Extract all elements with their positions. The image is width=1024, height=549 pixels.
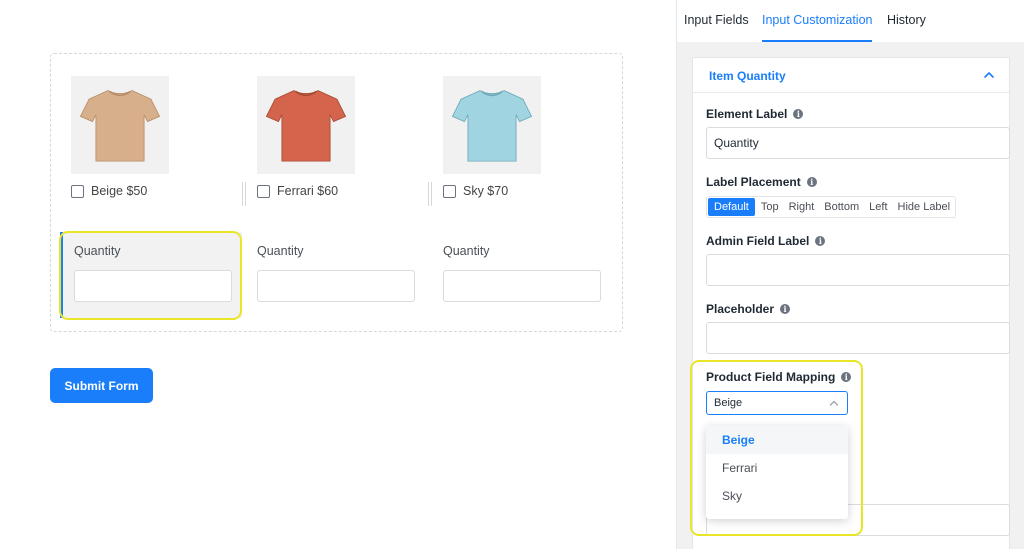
quantity-label: Quantity [443, 244, 490, 258]
info-icon[interactable]: i [841, 372, 852, 382]
section-title: Item Quantity [709, 69, 786, 83]
placement-option-left[interactable]: Left [864, 197, 892, 217]
checkbox[interactable] [71, 184, 84, 198]
dropdown-option-beige[interactable]: Beige [706, 426, 848, 454]
chevron-up-icon[interactable] [983, 69, 995, 81]
tab-input-fields[interactable]: Input Fields [684, 13, 749, 42]
panel-tabs: Input Fields Input Customization History [677, 0, 1024, 42]
column-divider [242, 182, 246, 206]
label-placement-selector: Default Top Right Bottom Left Hide Label [706, 196, 957, 218]
tshirt-icon [79, 90, 161, 162]
admin-field-label-heading: Admin Field Label i [706, 234, 826, 248]
info-icon[interactable]: i [793, 109, 804, 119]
dropdown-option-sky[interactable]: Sky [706, 482, 848, 510]
form-container: Beige $50 Ferrari $60 Sky $70 Quantity Q… [50, 53, 623, 332]
dropdown-option-ferrari[interactable]: Ferrari [706, 454, 848, 482]
settings-panel: Input Fields Input Customization History… [676, 0, 1024, 549]
field-label: Placeholder [706, 302, 775, 316]
placement-option-default[interactable]: Default [708, 198, 755, 216]
quantity-input[interactable] [443, 270, 601, 302]
tshirt-icon [451, 90, 533, 162]
field-label: Label Placement [706, 175, 801, 189]
product-image-ferrari [257, 76, 355, 174]
placement-option-top[interactable]: Top [756, 197, 784, 217]
label-placement-heading: Label Placement i [706, 175, 817, 189]
product-image-beige [71, 76, 169, 174]
info-icon[interactable]: i [815, 236, 826, 246]
product-label: Beige $50 [91, 184, 148, 198]
info-icon[interactable]: i [780, 304, 791, 314]
product-field-mapping-dropdown: Beige Ferrari Sky [706, 426, 848, 519]
admin-field-label-input[interactable] [706, 254, 1010, 286]
product-field-mapping-heading: Product Field Mapping i [706, 370, 852, 384]
chevron-up-icon [829, 400, 839, 406]
placeholder-heading: Placeholder i [706, 302, 791, 316]
product-option-beige[interactable]: Beige $50 [71, 76, 169, 198]
element-label-input[interactable]: Quantity [706, 127, 1010, 159]
quantity-field-beige[interactable]: Quantity [60, 232, 242, 318]
submit-form-button[interactable]: Submit Form [50, 368, 153, 403]
field-label: Admin Field Label [706, 234, 810, 248]
quantity-label: Quantity [74, 244, 121, 258]
quantity-field-sky[interactable]: Quantity [429, 232, 611, 318]
quantity-input[interactable] [257, 270, 415, 302]
placement-option-bottom[interactable]: Bottom [819, 197, 864, 217]
tab-input-customization[interactable]: Input Customization [762, 13, 873, 42]
element-label-heading: Element Label i [706, 107, 804, 121]
field-label: Product Field Mapping [706, 370, 836, 384]
info-icon[interactable]: i [806, 177, 817, 187]
tab-history[interactable]: History [887, 13, 926, 42]
product-field-mapping-select[interactable]: Beige [706, 391, 848, 415]
placement-option-hide-label[interactable]: Hide Label [893, 197, 956, 217]
checkbox[interactable] [257, 184, 270, 198]
quantity-field-ferrari[interactable]: Quantity [243, 232, 425, 318]
product-label: Ferrari $60 [277, 184, 339, 198]
placement-option-right[interactable]: Right [784, 197, 820, 217]
section-header[interactable]: Item Quantity [693, 58, 1009, 93]
field-label: Element Label [706, 107, 788, 121]
placeholder-input[interactable] [706, 322, 1010, 354]
form-preview: Beige $50 Ferrari $60 Sky $70 Quantity Q… [0, 0, 676, 549]
product-option-ferrari[interactable]: Ferrari $60 [257, 76, 355, 198]
tshirt-icon [265, 90, 347, 162]
product-option-sky[interactable]: Sky $70 [443, 76, 541, 198]
product-image-sky [443, 76, 541, 174]
quantity-label: Quantity [257, 244, 304, 258]
item-quantity-card: Item Quantity Element Label i Quantity L… [692, 57, 1010, 549]
product-label: Sky $70 [463, 184, 509, 198]
column-divider [428, 182, 432, 206]
quantity-input[interactable] [74, 270, 232, 302]
select-value: Beige [714, 397, 743, 409]
checkbox[interactable] [443, 184, 456, 198]
